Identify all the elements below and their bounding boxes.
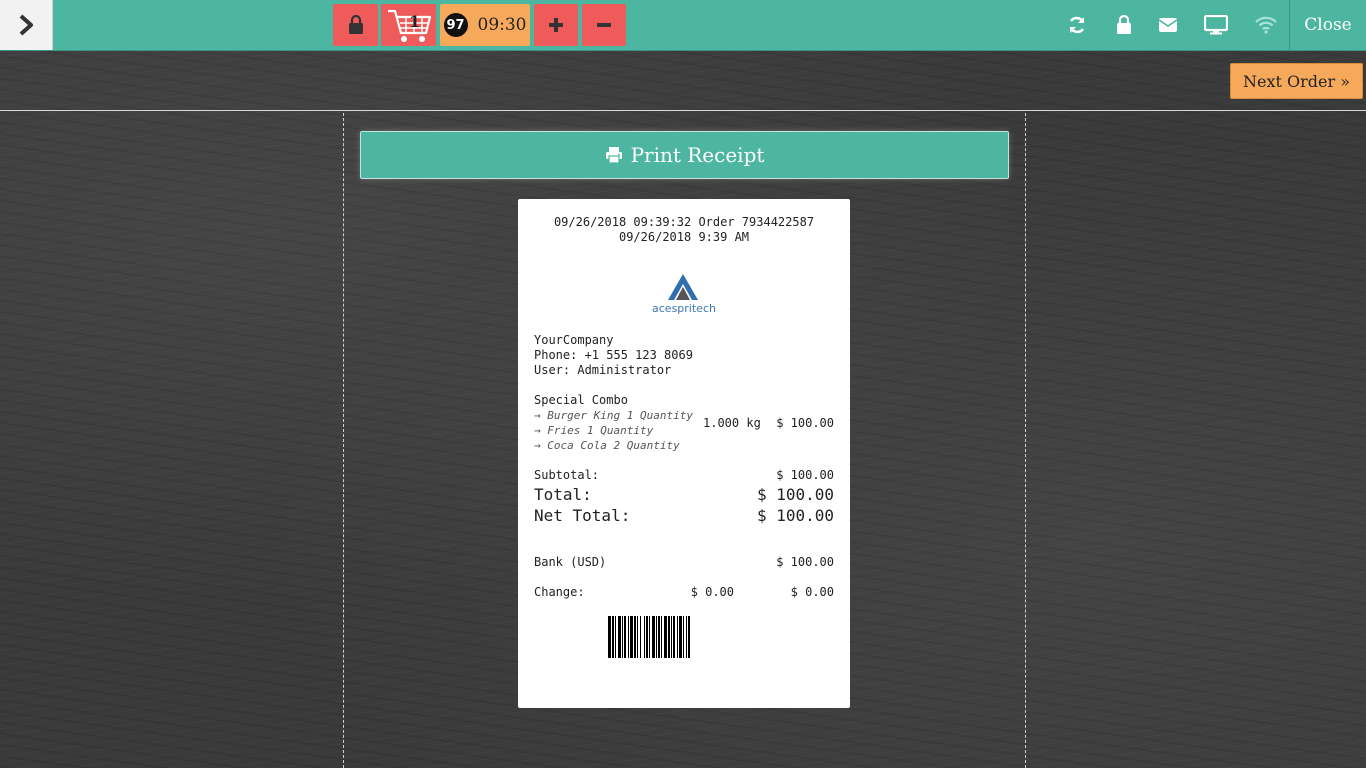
barcode-bar <box>628 616 629 658</box>
connection-status <box>1255 14 1277 36</box>
close-button[interactable]: Close <box>1289 0 1366 50</box>
total-label: Total: <box>534 485 592 504</box>
company-name: YourCompany <box>534 333 614 347</box>
barcode <box>608 616 790 661</box>
barcode-bar <box>656 616 657 658</box>
lock-icon <box>348 15 363 34</box>
order-time: 09:30 <box>477 15 527 35</box>
barcode-bar <box>679 616 682 658</box>
top-bar: 1 97 09:30 Close <box>0 0 1366 51</box>
messages-button[interactable] <box>1157 14 1179 36</box>
cart-count: 1 <box>409 12 421 31</box>
company-phone: Phone: +1 555 123 8069 <box>534 348 693 362</box>
cashier-user: User: Administrator <box>534 363 672 377</box>
barcode-bar <box>671 616 672 658</box>
menu-toggle-button[interactable] <box>0 0 53 50</box>
divider <box>0 110 1366 111</box>
barcode-bar <box>637 616 638 658</box>
barcode-bar <box>646 616 648 658</box>
sync-status[interactable] <box>1066 14 1088 36</box>
payment-amount: $ 100.00 <box>776 555 834 569</box>
total-value: $ 100.00 <box>756 485 834 504</box>
item-name: Special Combo <box>534 393 628 407</box>
order-number-badge: 97 <box>443 13 468 37</box>
lock-icon <box>1117 15 1131 34</box>
chevron-right-icon <box>19 14 33 36</box>
change-value: $ 0.00 <box>790 585 834 599</box>
logo-icon <box>668 274 698 300</box>
barcode-bar <box>612 616 614 658</box>
plus-icon <box>549 18 563 32</box>
barcode-bar <box>652 616 655 658</box>
net-total-label: Net Total: <box>534 506 631 525</box>
company-logo <box>667 273 699 304</box>
cart-button[interactable]: 1 <box>381 4 436 46</box>
sub-item: → Fries 1 Quantity <box>534 424 654 437</box>
barcode-bar <box>658 616 660 658</box>
barcode-bar <box>664 616 667 658</box>
barcode-bar <box>688 616 690 658</box>
company-logo-text: acespritech <box>652 302 716 315</box>
barcode-bar <box>624 616 626 658</box>
change-value: $ 0.00 <box>690 585 734 599</box>
item-price: $ 100.00 <box>776 416 834 430</box>
print-receipt-label: Print Receipt <box>630 143 765 167</box>
barcode-bar <box>622 616 623 658</box>
barcode-bar <box>634 616 636 658</box>
change-label: Change: <box>534 585 585 599</box>
barcode-image <box>608 616 690 658</box>
printer-icon <box>605 147 622 164</box>
barcode-bar <box>618 616 621 658</box>
barcode-bar <box>615 616 616 658</box>
lock-session-button[interactable] <box>333 4 378 46</box>
customer-display-button[interactable] <box>1204 14 1228 36</box>
receipt-area-border-right <box>1025 113 1026 768</box>
barcode-bar <box>668 616 670 658</box>
barcode-bar <box>683 616 684 658</box>
order-selector-button[interactable]: 97 09:30 <box>440 4 530 46</box>
payment-method: Bank (USD) <box>534 555 607 569</box>
delete-order-button[interactable] <box>582 4 626 46</box>
subtotal-label: Subtotal: <box>534 468 600 482</box>
refresh-icon <box>1069 16 1085 34</box>
next-order-button[interactable]: Next Order » <box>1230 63 1363 99</box>
receipt-header-line1: 09/26/2018 09:39:32 Order 7934422587 <box>553 215 815 229</box>
receipt-header-line2: 09/26/2018 9:39 AM <box>618 230 750 244</box>
sub-item: → Burger King 1 Quantity <box>534 409 693 422</box>
sub-item: → Coca Cola 2 Quantity <box>534 439 680 452</box>
print-receipt-button[interactable]: Print Receipt <box>360 131 1009 179</box>
wifi-icon <box>1255 16 1277 34</box>
barcode-bar <box>608 616 611 658</box>
envelope-icon <box>1158 18 1178 32</box>
minus-icon <box>597 23 611 27</box>
barcode-bar <box>640 616 641 658</box>
new-order-button[interactable] <box>534 4 578 46</box>
net-total-value: $ 100.00 <box>756 506 834 525</box>
lock-screen-button[interactable] <box>1114 14 1134 36</box>
barcode-bar <box>686 616 687 658</box>
barcode-bar <box>673 616 675 658</box>
barcode-bar <box>661 616 662 658</box>
barcode-bar <box>677 616 678 658</box>
barcode-bar <box>644 616 645 658</box>
barcode-bar <box>649 616 650 658</box>
barcode-bar <box>630 616 633 658</box>
receipt: 09/26/2018 09:39:32 Order 7934422587 09/… <box>518 199 850 708</box>
receipt-area-border-left <box>343 113 344 768</box>
desktop-icon <box>1204 15 1228 35</box>
subtotal-value: $ 100.00 <box>776 468 834 482</box>
